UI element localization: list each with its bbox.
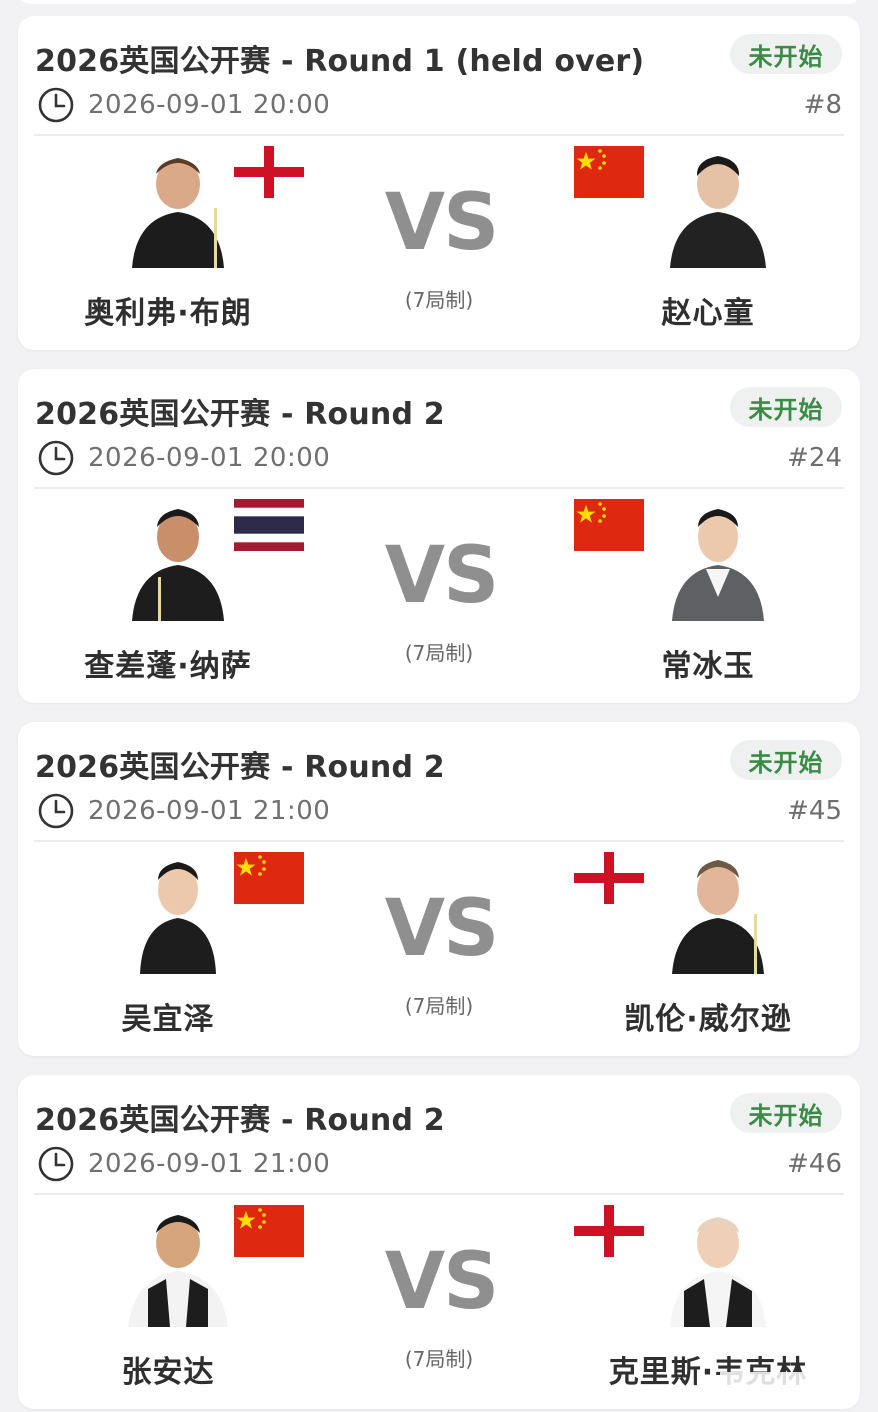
status-badge: 未开始 [730, 387, 842, 427]
player-name: 常冰玉 [661, 649, 755, 684]
england-flag-icon [574, 852, 644, 904]
match-title: 2026英国公开赛 - Round 2 [35, 397, 445, 432]
right-player[interactable]: 常冰玉 [574, 497, 838, 697]
match-time-row: 2026-09-01 21:00 [38, 792, 330, 830]
england-flag-icon [574, 1205, 644, 1257]
vs-label: VS [384, 531, 500, 621]
match-card[interactable]: 2026英国公开赛 - Round 2 未开始 2026-09-01 21:00… [18, 722, 860, 1056]
match-title: 2026英国公开赛 - Round 2 [35, 1103, 445, 1138]
match-card[interactable]: 2026英国公开赛 - Round 2 未开始 2026-09-01 20:00… [18, 369, 860, 703]
match-card[interactable]: 2026英国公开赛 - Round 2 未开始 2026-09-01 21:00… [18, 1075, 860, 1409]
china-flag-icon [574, 499, 644, 551]
player-portrait [118, 1203, 238, 1327]
status-badge: 未开始 [730, 34, 842, 74]
match-time-row: 2026-09-01 20:00 [38, 86, 330, 124]
left-player[interactable]: 吴宜泽 [38, 850, 304, 1050]
player-name: 赵心童 [661, 296, 755, 331]
status-badge: 未开始 [730, 740, 842, 780]
left-player[interactable]: 查差蓬·纳萨 [38, 497, 304, 697]
right-player[interactable]: 赵心童 [574, 144, 838, 344]
match-format: (7局制) [404, 288, 474, 312]
player-portrait [658, 144, 778, 268]
divider [34, 840, 844, 842]
previous-card-edge [18, 0, 860, 4]
match-number: #24 [787, 443, 842, 473]
england-flag-icon [234, 146, 304, 198]
match-datetime: 2026-09-01 20:00 [88, 90, 331, 120]
player-name: 凯伦·威尔逊 [624, 1002, 792, 1037]
china-flag-icon [234, 852, 304, 904]
clock-icon [38, 440, 74, 476]
vs-label: VS [384, 178, 500, 268]
match-datetime: 2026-09-01 21:00 [88, 796, 331, 826]
match-format: (7局制) [404, 641, 474, 665]
vs-label: VS [384, 884, 500, 974]
thailand-flag-icon [234, 499, 304, 551]
clock-icon [38, 1146, 74, 1182]
match-format: (7局制) [404, 994, 474, 1018]
match-number: #46 [787, 1149, 842, 1179]
match-datetime: 2026-09-01 21:00 [88, 1149, 331, 1179]
divider [34, 487, 844, 489]
match-title: 2026英国公开赛 - Round 2 [35, 750, 445, 785]
match-number: #45 [787, 796, 842, 826]
player-portrait [658, 850, 778, 974]
right-player[interactable]: 凯伦·威尔逊 [574, 850, 838, 1050]
match-title: 2026英国公开赛 - Round 1 (held over) [35, 44, 645, 79]
clock-icon [38, 87, 74, 123]
player-portrait [118, 850, 238, 974]
left-player[interactable]: 奥利弗·布朗 [38, 144, 304, 344]
player-portrait [118, 497, 238, 621]
player-name: 吴宜泽 [121, 1002, 215, 1037]
status-badge: 未开始 [730, 1093, 842, 1133]
player-name: 查差蓬·纳萨 [84, 649, 252, 684]
divider [34, 1193, 844, 1195]
match-datetime: 2026-09-01 20:00 [88, 443, 331, 473]
match-time-row: 2026-09-01 20:00 [38, 439, 330, 477]
vs-label: VS [384, 1237, 500, 1327]
player-name: 奥利弗·布朗 [84, 296, 252, 331]
divider [34, 134, 844, 136]
watermark-overlay [720, 1372, 860, 1392]
match-format: (7局制) [404, 1347, 474, 1371]
match-time-row: 2026-09-01 21:00 [38, 1145, 330, 1183]
player-portrait [118, 144, 238, 268]
player-name: 张安达 [121, 1355, 215, 1390]
clock-icon [38, 793, 74, 829]
player-portrait [658, 1203, 778, 1327]
china-flag-icon [234, 1205, 304, 1257]
player-portrait [658, 497, 778, 621]
match-card[interactable]: 2026英国公开赛 - Round 1 (held over) 未开始 2026… [18, 16, 860, 350]
china-flag-icon [574, 146, 644, 198]
match-number: #8 [803, 90, 842, 120]
left-player[interactable]: 张安达 [38, 1203, 304, 1403]
